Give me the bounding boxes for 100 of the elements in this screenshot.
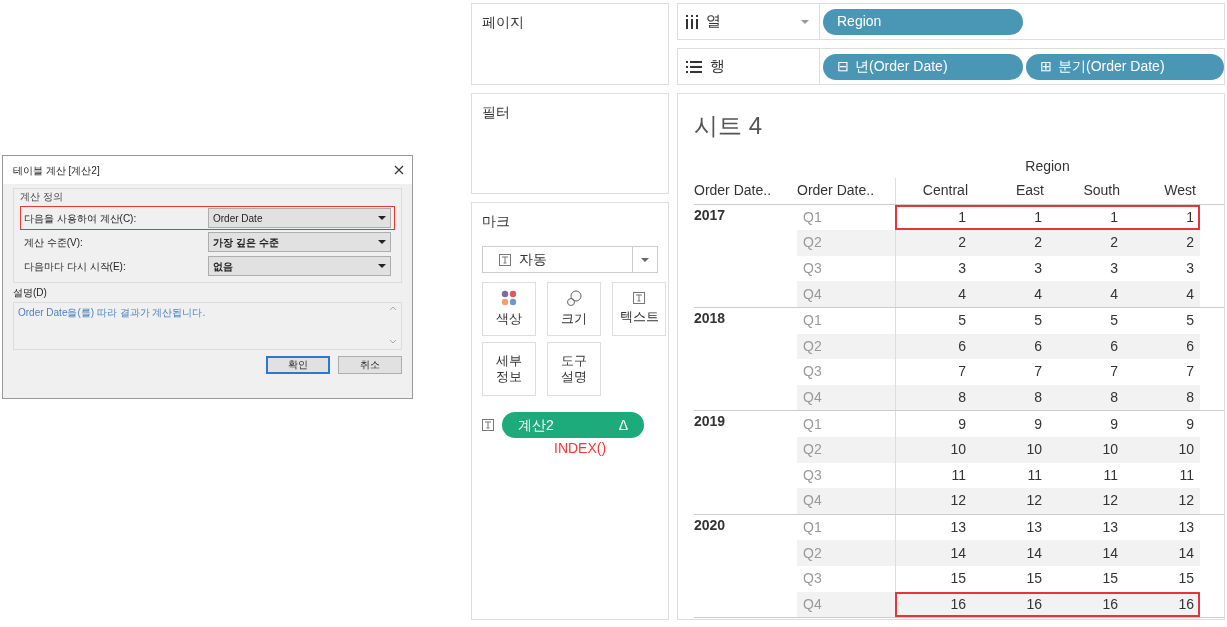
table-cell-text: 7 <box>1109 362 1119 382</box>
dropdown[interactable]: 가장 깊은 수준 <box>208 232 391 252</box>
pill-label: 계산2 <box>518 415 554 435</box>
table-cell-text: 5 <box>1185 311 1195 331</box>
mark-card[interactable]: 세부 정보 <box>482 342 536 396</box>
table-cell-text: 5 <box>1033 311 1043 331</box>
row-header: 2018 <box>694 308 727 328</box>
table-cell-text: 8 <box>1109 388 1119 408</box>
text-icon <box>633 292 645 305</box>
dropdown-value: 없음 <box>213 259 233 274</box>
table-cell-text: 10 <box>1101 440 1119 460</box>
table-cell-text: 4 <box>1185 284 1195 304</box>
pill-label: Region <box>837 12 882 31</box>
table-cell-text: 6 <box>1033 336 1043 356</box>
card-title: 필터 <box>482 104 510 120</box>
row-header: Q2 <box>797 333 895 360</box>
column-header: Order Date.. <box>694 181 773 201</box>
table-cell-text: 10 <box>1177 440 1195 460</box>
row-header: 2017 <box>694 205 727 225</box>
table-cell-text: 8 <box>1033 388 1043 408</box>
table-cell-text: 12 <box>1025 491 1043 511</box>
scrollbar-drawing <box>389 305 397 345</box>
table-cell-text: 6 <box>1109 336 1119 356</box>
mark-type-dropdown[interactable]: 자동 <box>482 246 658 273</box>
table-cell-text: 12 <box>949 491 967 511</box>
table-cell-text: 12 <box>1101 491 1119 511</box>
mark-card[interactable]: 텍스트 <box>612 282 666 336</box>
dropdown-value: 자동 <box>519 250 547 269</box>
card-label: 크기 <box>561 311 587 328</box>
table-cell-text: 11 <box>1102 465 1119 485</box>
table-cell-text: 4 <box>1033 284 1043 304</box>
row-header: 2020 <box>694 515 727 535</box>
dropdown[interactable]: 없음 <box>208 256 391 276</box>
sheet-title: 시트 4 <box>694 111 763 141</box>
table-cell-text: 10 <box>949 440 967 460</box>
pill-label: 분기(Order Date) <box>1058 57 1165 76</box>
table-cell-text: 12 <box>1177 491 1195 511</box>
table-cell-text: 3 <box>957 259 967 279</box>
table-cell-text: 1 <box>1109 207 1119 227</box>
row-header: Q4 <box>797 591 895 618</box>
row-header: Q4 <box>797 384 895 411</box>
window-title: 테이블 계산 [계산2] <box>13 163 100 178</box>
table-cell-text: 3 <box>1109 259 1119 279</box>
row-header: 2019 <box>694 412 727 432</box>
table-cell-text: 16 <box>949 594 967 614</box>
table-cell-text: 11 <box>1026 465 1043 485</box>
description-label: 설명(D) <box>13 286 48 300</box>
table-cell-text: 11 <box>1178 465 1195 485</box>
table-cell-text: 6 <box>1185 336 1195 356</box>
text-icon <box>482 419 494 431</box>
card-title: 페이지 <box>482 14 524 30</box>
mark-card[interactable]: 색상 <box>482 282 536 336</box>
field-label: 계산 수준(V): <box>24 235 83 250</box>
row-header: Q1 <box>802 311 823 331</box>
table-cell-text: 2 <box>957 233 967 253</box>
table-cell-text: 5 <box>1109 311 1119 331</box>
columns-icon <box>686 14 698 29</box>
dialog-button[interactable]: 확인 <box>266 356 330 374</box>
dialog-button[interactable]: 취소 <box>338 356 402 374</box>
caret-icon[interactable] <box>641 257 649 262</box>
column-header: East <box>1015 181 1045 201</box>
table-cell-text: 8 <box>957 388 967 408</box>
close-icon[interactable] <box>394 165 404 175</box>
description-text: Order Date을(를) 따라 결과가 계산됩니다. <box>18 306 206 320</box>
caret-icon[interactable] <box>378 216 386 220</box>
table-cell-text: 16 <box>1101 594 1119 614</box>
mark-card[interactable]: 도구 설명 <box>547 342 601 396</box>
table-cell-text: 16 <box>1025 594 1043 614</box>
table-cell-text: 6 <box>957 336 967 356</box>
table-cell-text: 1 <box>1185 207 1195 227</box>
card-label: 색상 <box>496 311 522 328</box>
caret-icon[interactable] <box>378 240 386 244</box>
caret-icon[interactable] <box>378 264 386 268</box>
table-cell-text: 14 <box>1025 543 1043 563</box>
row-header: Q2 <box>797 230 895 256</box>
pill-icon: ⊟ <box>837 56 849 77</box>
table-cell-text: 7 <box>1185 362 1195 382</box>
mark-card[interactable]: 크기 <box>547 282 601 336</box>
table-cell-text: 1 <box>957 207 967 227</box>
table-cell-text: 5 <box>957 311 967 331</box>
table-cell-text: 11 <box>950 465 967 485</box>
card-title: 마크 <box>482 213 510 229</box>
column-header: Central <box>921 181 969 201</box>
field-label: 다음을 사용하여 계산(C): <box>24 211 137 226</box>
column-header: South <box>1082 181 1121 201</box>
table-cell-text: 13 <box>1025 518 1043 537</box>
table-cell-text: 15 <box>1025 569 1043 589</box>
dropdown-value: 가장 깊은 수준 <box>213 235 279 250</box>
table-cell-text: 15 <box>949 569 967 589</box>
table-cell-text: 1 <box>1033 207 1043 227</box>
card-label: 텍스트 <box>619 309 659 326</box>
dropdown[interactable]: Order Date <box>208 208 391 228</box>
row-header: Q2 <box>797 436 895 463</box>
table-cell-text: 10 <box>1025 440 1043 460</box>
row-header: Q1 <box>802 414 823 434</box>
delta-symbol: Δ <box>618 415 628 435</box>
table-cell-text: 9 <box>1033 414 1043 434</box>
size-circles-icon <box>566 290 582 307</box>
row-header: Q4 <box>797 281 895 307</box>
row-header: Q4 <box>797 488 895 514</box>
